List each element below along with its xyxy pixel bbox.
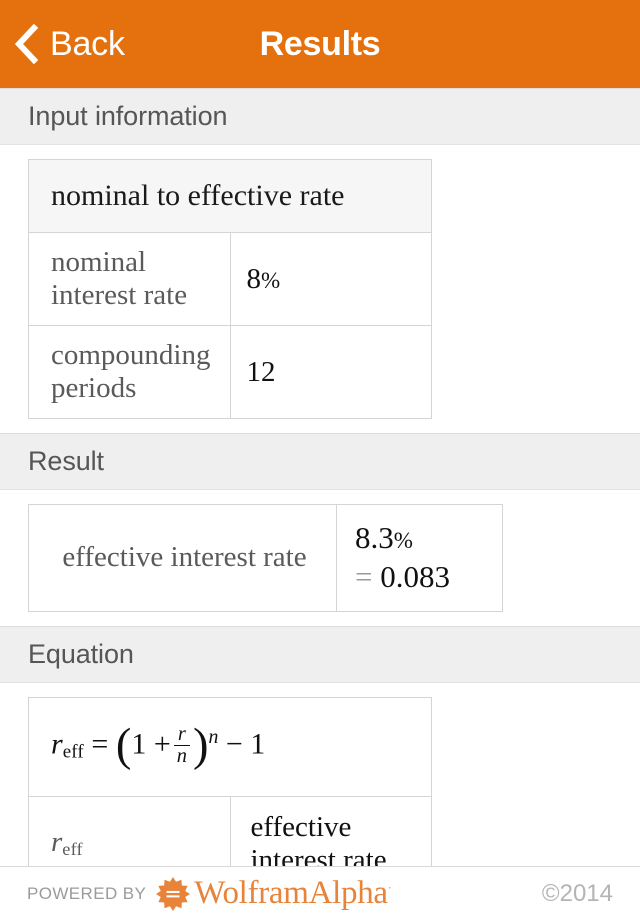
table-row: compounding periods 12: [28, 325, 432, 419]
section-title-input: Input information: [28, 101, 228, 131]
formula-fraction: rn: [173, 723, 190, 768]
input-value-number: 8: [246, 262, 262, 295]
results-screen: Back Results Input information nominal t…: [0, 0, 640, 920]
input-label-nominal-rate: nominal interest rate: [28, 232, 231, 326]
registered-mark: ·: [387, 880, 392, 895]
input-pod-header: nominal to effective rate: [28, 159, 432, 233]
results-content[interactable]: Input information nominal to effective r…: [0, 88, 640, 866]
chevron-left-icon: [14, 24, 39, 64]
section-header-input: Input information: [0, 88, 640, 145]
formula-minus: −: [225, 727, 243, 761]
result-value-number: 8.3: [355, 520, 394, 555]
result-value: 8.3% = 0.083: [336, 504, 503, 612]
pod-result: effective interest rate 8.3% = 0.083: [0, 490, 640, 626]
wolfram-spikey-icon: [156, 876, 191, 911]
input-table: nominal to effective rate nominal intere…: [28, 159, 432, 419]
result-decimal-line: = 0.083: [355, 558, 488, 597]
result-decimal-value: 0.083: [380, 558, 450, 594]
result-value-unit: %: [393, 528, 413, 553]
table-row: effective interest rate 8.3% = 0.083: [28, 504, 503, 612]
equation-formula: reff = (1 + r n)n − 1: [28, 696, 432, 797]
result-table: effective interest rate 8.3% = 0.083: [28, 504, 503, 612]
equals-sign: =: [355, 558, 373, 594]
back-button[interactable]: Back: [14, 24, 125, 64]
copyright-label: ©2014: [541, 879, 613, 907]
formula-close-paren: ): [192, 720, 209, 772]
formula-open-paren: (: [115, 720, 132, 772]
wordmark-text: WolframAlpha: [194, 875, 388, 911]
section-title-equation: Equation: [28, 638, 134, 669]
table-row: reff effective interest rate: [28, 795, 432, 866]
equation-table: reff = (1 + r n)n − 1 reff effective inter…: [28, 696, 432, 866]
navigation-bar: Back Results: [0, 0, 640, 88]
formula-trailing-one: 1: [250, 727, 266, 761]
formula-one: 1: [131, 727, 147, 761]
input-value-compounding-periods: 12: [229, 325, 432, 419]
back-button-label: Back: [50, 25, 125, 63]
formula-fraction-numerator: r: [173, 723, 190, 747]
formula-fraction-denominator: n: [176, 745, 187, 768]
table-row: nominal interest rate 8%: [28, 232, 432, 326]
table-row-header: nominal to effective rate: [28, 159, 432, 233]
pod-input-information: nominal to effective rate nominal intere…: [0, 145, 640, 433]
definition-symbol-subscript: eff: [62, 839, 83, 860]
table-row-formula: reff = (1 + r n)n − 1: [28, 696, 432, 797]
formula-plus: +: [153, 727, 171, 761]
definition-description-r-eff: effective interest rate: [229, 795, 432, 866]
input-value-unit: %: [261, 267, 281, 293]
section-header-equation: Equation: [0, 625, 640, 683]
section-title-result: Result: [28, 446, 104, 476]
formula-lhs-subscript: eff: [62, 741, 84, 763]
definition-symbol-base: r: [51, 826, 63, 859]
footer-bar: POWERED BY WolframAlpha· ©2014: [0, 866, 640, 920]
powered-by-label: POWERED BY: [27, 883, 147, 903]
result-label: effective interest rate: [28, 504, 337, 612]
input-value-nominal-rate: 8%: [229, 232, 432, 326]
section-header-result: Result: [0, 433, 640, 490]
definition-symbol-r-eff: reff: [28, 795, 231, 866]
formula-exponent: n: [208, 726, 219, 749]
input-label-compounding-periods: compounding periods: [28, 325, 231, 419]
wolframalpha-wordmark: WolframAlpha·: [194, 877, 391, 910]
formula-equals: =: [91, 727, 109, 761]
formula-lhs-variable: r: [51, 727, 63, 761]
pod-equation: reff = (1 + r n)n − 1 reff effective inter…: [0, 683, 640, 866]
